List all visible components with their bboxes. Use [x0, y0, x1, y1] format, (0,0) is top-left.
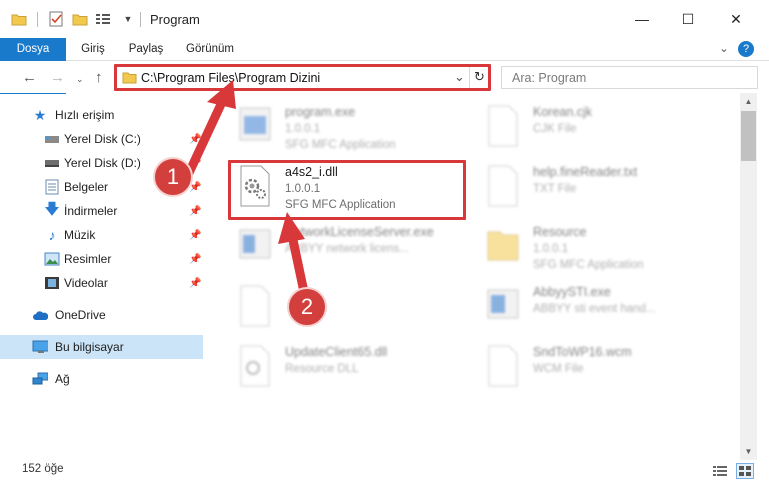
arrow-1-head	[207, 80, 236, 109]
callout-badge-1: 1	[153, 157, 193, 197]
arrow-2-head	[278, 212, 305, 244]
callout-badge-2: 2	[287, 287, 327, 327]
arrow-2	[288, 235, 309, 297]
annotation-arrows	[183, 80, 309, 297]
arrow-1	[183, 95, 228, 180]
